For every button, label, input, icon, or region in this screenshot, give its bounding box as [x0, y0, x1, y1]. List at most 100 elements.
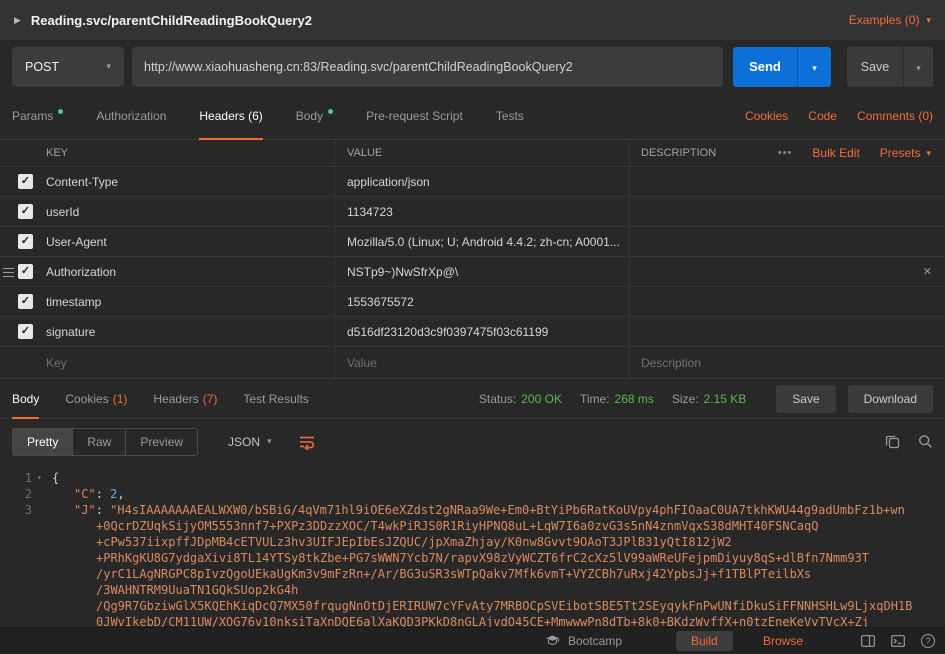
- download-response-button[interactable]: Download: [847, 384, 933, 413]
- header-key[interactable]: userId: [40, 197, 335, 226]
- json-string: 0JWvIkebD/CM11UW/XOG76v10nksiTaXnDQE6alX…: [96, 615, 870, 627]
- new-key-input[interactable]: [46, 355, 334, 370]
- row-checkbox[interactable]: ✓: [18, 294, 33, 309]
- header-description[interactable]: [630, 197, 945, 226]
- header-value[interactable]: application/json: [335, 167, 630, 196]
- expand-sidebar-arrow-icon[interactable]: ▶: [14, 15, 21, 26]
- header-description[interactable]: [630, 317, 945, 346]
- chevron-down-icon: ▾: [812, 63, 817, 73]
- header-row-content-type: ✓ Content-Type application/json: [0, 167, 945, 197]
- examples-dropdown[interactable]: Examples (0) ▾: [849, 13, 931, 27]
- key-column-header: KEY: [40, 140, 335, 166]
- code-line: {: [52, 470, 943, 486]
- row-checkbox[interactable]: ✓: [18, 204, 33, 219]
- row-checkbox[interactable]: ✓: [18, 324, 33, 339]
- response-tab-tests-label: Test Results: [243, 391, 309, 406]
- statusbar-right-icons: ?: [861, 633, 935, 648]
- request-title: Reading.svc/parentChildReadingBookQuery2: [30, 12, 312, 28]
- wrap-text-icon[interactable]: [298, 434, 316, 450]
- header-key[interactable]: signature: [40, 317, 335, 346]
- header-value[interactable]: 1134723: [335, 197, 630, 226]
- url-input[interactable]: [132, 46, 723, 87]
- tab-params[interactable]: Params: [12, 93, 64, 139]
- save-response-button[interactable]: Save: [776, 384, 836, 413]
- view-mode-raw[interactable]: Raw: [73, 428, 127, 455]
- header-description[interactable]: [630, 287, 945, 316]
- search-icon[interactable]: [918, 434, 933, 449]
- response-tab-body-label: Body: [12, 391, 40, 406]
- request-titlebar: ▶ Reading.svc/parentChildReadingBookQuer…: [0, 0, 945, 40]
- new-header-row: [0, 347, 945, 379]
- status-value: 200 OK: [521, 391, 562, 406]
- code-link[interactable]: Code: [808, 109, 837, 123]
- json-string: "H4sIAAAAAAAEALWXW0/bSBiG/4qVm71hl9iOE6e…: [110, 503, 905, 517]
- build-button[interactable]: Build: [676, 630, 733, 651]
- new-value-input[interactable]: [347, 355, 629, 370]
- row-checkbox[interactable]: ✓: [18, 234, 33, 249]
- tab-body[interactable]: Body: [296, 93, 334, 139]
- response-section-header: Body Cookies (1) Headers (7) Test Result…: [0, 379, 945, 419]
- tab-authorization[interactable]: Authorization: [96, 93, 166, 139]
- save-options-button[interactable]: ▾: [903, 46, 933, 87]
- response-tab-test-results[interactable]: Test Results: [243, 379, 308, 418]
- browse-button[interactable]: Browse: [748, 631, 818, 651]
- header-value[interactable]: 1553675572: [335, 287, 630, 316]
- presets-dropdown[interactable]: Presets ▾: [880, 146, 931, 160]
- save-request-button[interactable]: Save: [847, 46, 903, 87]
- delete-row-icon[interactable]: ✕: [923, 265, 932, 278]
- response-tab-cookies[interactable]: Cookies (1): [65, 379, 127, 418]
- bulk-edit-link[interactable]: Bulk Edit: [812, 146, 859, 160]
- json-string: +0QcrDZUqkSijyOM5553nnf7+PXPz3DDzzXOC/T4…: [96, 519, 819, 533]
- json-string: /yrC1LAgNRGPC8pIvzQgoUEkaUgKm3v9mFzRn+/A…: [96, 567, 812, 581]
- row-checkbox[interactable]: ✓: [18, 174, 33, 189]
- json-string: /Qg9R7GbziwGlX5KQEhKiqDcQ7MX50frqugNnOtD…: [96, 599, 913, 613]
- header-value[interactable]: NSTp9~)NwSfrXp@\: [335, 257, 630, 286]
- request-tabs: Params Authorization Headers (6) Body Pr…: [0, 93, 945, 140]
- bootcamp-button[interactable]: Bootcamp: [545, 634, 622, 648]
- bootcamp-label: Bootcamp: [568, 633, 623, 648]
- active-tab-underline: [199, 138, 263, 140]
- view-mode-pretty[interactable]: Pretty: [13, 428, 74, 455]
- send-button[interactable]: Send: [733, 46, 797, 87]
- json-colon: :: [95, 503, 111, 517]
- response-tab-body[interactable]: Body: [12, 379, 40, 419]
- examples-label: Examples (0): [848, 13, 920, 27]
- check-icon: ✓: [20, 205, 31, 217]
- chevron-down-icon: ▾: [926, 147, 931, 158]
- response-tab-headers[interactable]: Headers (7): [153, 379, 217, 418]
- method-select[interactable]: POST ▾: [12, 46, 124, 87]
- format-select[interactable]: JSON ▾: [228, 435, 272, 449]
- tab-headers[interactable]: Headers (6): [199, 93, 263, 140]
- copy-icon[interactable]: [885, 434, 900, 449]
- more-options-icon[interactable]: •••: [778, 147, 793, 159]
- help-icon[interactable]: ?: [921, 633, 935, 648]
- check-icon: ✓: [20, 265, 31, 277]
- header-description[interactable]: [630, 257, 945, 286]
- response-tab-cookies-label: Cookies: [65, 391, 109, 406]
- code-line: +0QcrDZUqkSijyOM5553nnf7+PXPz3DDzzXOC/T4…: [52, 518, 943, 534]
- console-icon[interactable]: [891, 634, 905, 647]
- header-description[interactable]: [630, 167, 945, 196]
- tab-prerequest-script[interactable]: Pre-request Script: [366, 93, 463, 139]
- view-mode-preview[interactable]: Preview: [126, 429, 197, 455]
- header-key[interactable]: Content-Type: [40, 167, 335, 196]
- fold-toggle-icon[interactable]: ▾: [37, 472, 42, 484]
- status-label: Status:: [478, 391, 517, 406]
- description-column-header: DESCRIPTION ••• Bulk Edit Presets ▾: [630, 140, 945, 166]
- row-checkbox[interactable]: ✓: [18, 264, 33, 279]
- send-options-button[interactable]: ▾: [797, 46, 831, 87]
- header-value[interactable]: Mozilla/5.0 (Linux; U; Android 4.4.2; zh…: [335, 227, 630, 256]
- drag-handle-icon[interactable]: [3, 268, 14, 277]
- header-key[interactable]: User-Agent: [40, 227, 335, 256]
- two-pane-layout-icon[interactable]: [861, 634, 875, 647]
- comments-link[interactable]: Comments (0): [857, 109, 933, 123]
- viewer-toolbar-right: [885, 434, 933, 449]
- header-key[interactable]: timestamp: [40, 287, 335, 316]
- header-value[interactable]: d516df23120d3c9f0397475f03c61199: [335, 317, 630, 346]
- headers-table-header: KEY VALUE DESCRIPTION ••• Bulk Edit Pres…: [0, 140, 945, 167]
- new-description-input[interactable]: [641, 355, 931, 370]
- header-key[interactable]: Authorization: [40, 257, 335, 286]
- header-description[interactable]: [630, 227, 945, 256]
- tab-tests[interactable]: Tests: [496, 93, 524, 139]
- cookies-link[interactable]: Cookies: [745, 109, 788, 123]
